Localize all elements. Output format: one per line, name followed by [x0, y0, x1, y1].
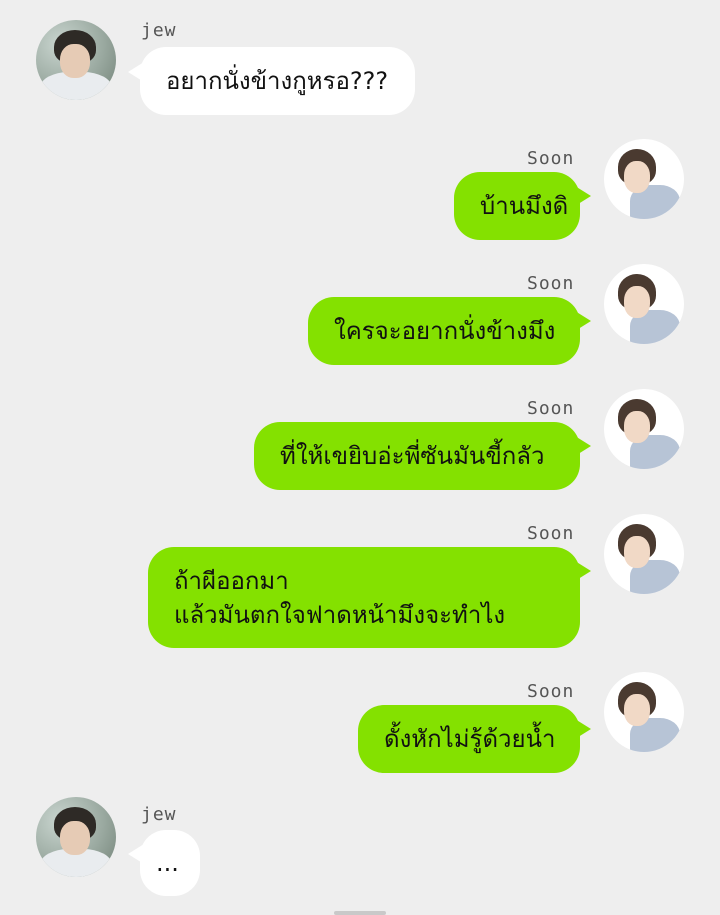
message-text-line: แล้วมันตกใจฟาดหน้ามึงจะทำไง — [174, 600, 506, 629]
scroll-indicator[interactable] — [334, 911, 386, 915]
avatar-soon[interactable] — [604, 672, 684, 752]
message-text: ... — [156, 849, 179, 877]
message-bubble[interactable]: ดั้งหักไม่รู้ด้วยน้ำ — [358, 705, 580, 773]
message-bubble[interactable]: ... — [140, 830, 200, 896]
message-bubble[interactable]: ใครจะอยากนั่งข้างมึง — [308, 297, 580, 365]
sender-name: Soon — [527, 681, 575, 702]
sender-name: jew — [141, 804, 177, 825]
message-bubble[interactable]: อยากนั่งข้างกูหรอ??? — [140, 47, 415, 115]
avatar-jew[interactable] — [36, 20, 116, 100]
avatar-soon[interactable] — [604, 389, 684, 469]
message-text: ดั้งหักไม่รู้ด้วยน้ำ — [384, 725, 556, 753]
message-bubble[interactable]: ถ้าผีออกมา แล้วมันตกใจฟาดหน้ามึงจะทำไง — [148, 547, 580, 648]
message-text: อยากนั่งข้างกูหรอ??? — [166, 67, 389, 95]
message-bubble[interactable]: บ้านมึงดิ — [454, 172, 580, 240]
sender-name: Soon — [527, 148, 575, 169]
message-text: ใครจะอยากนั่งข้างมึง — [334, 317, 556, 345]
message-bubble[interactable]: ที่ให้เขยิบอ่ะพี่ซันมันขี้กลัว — [254, 422, 580, 490]
message-text: บ้านมึงดิ — [480, 192, 569, 220]
avatar-soon[interactable] — [604, 514, 684, 594]
sender-name: Soon — [527, 398, 575, 419]
message-text-line: ถ้าผีออกมา — [174, 566, 289, 595]
sender-name: jew — [141, 20, 177, 41]
avatar-soon[interactable] — [604, 264, 684, 344]
sender-name: Soon — [527, 273, 575, 294]
avatar-jew[interactable] — [36, 797, 116, 877]
sender-name: Soon — [527, 523, 575, 544]
avatar-soon[interactable] — [604, 139, 684, 219]
message-text: ที่ให้เขยิบอ่ะพี่ซันมันขี้กลัว — [280, 442, 545, 470]
